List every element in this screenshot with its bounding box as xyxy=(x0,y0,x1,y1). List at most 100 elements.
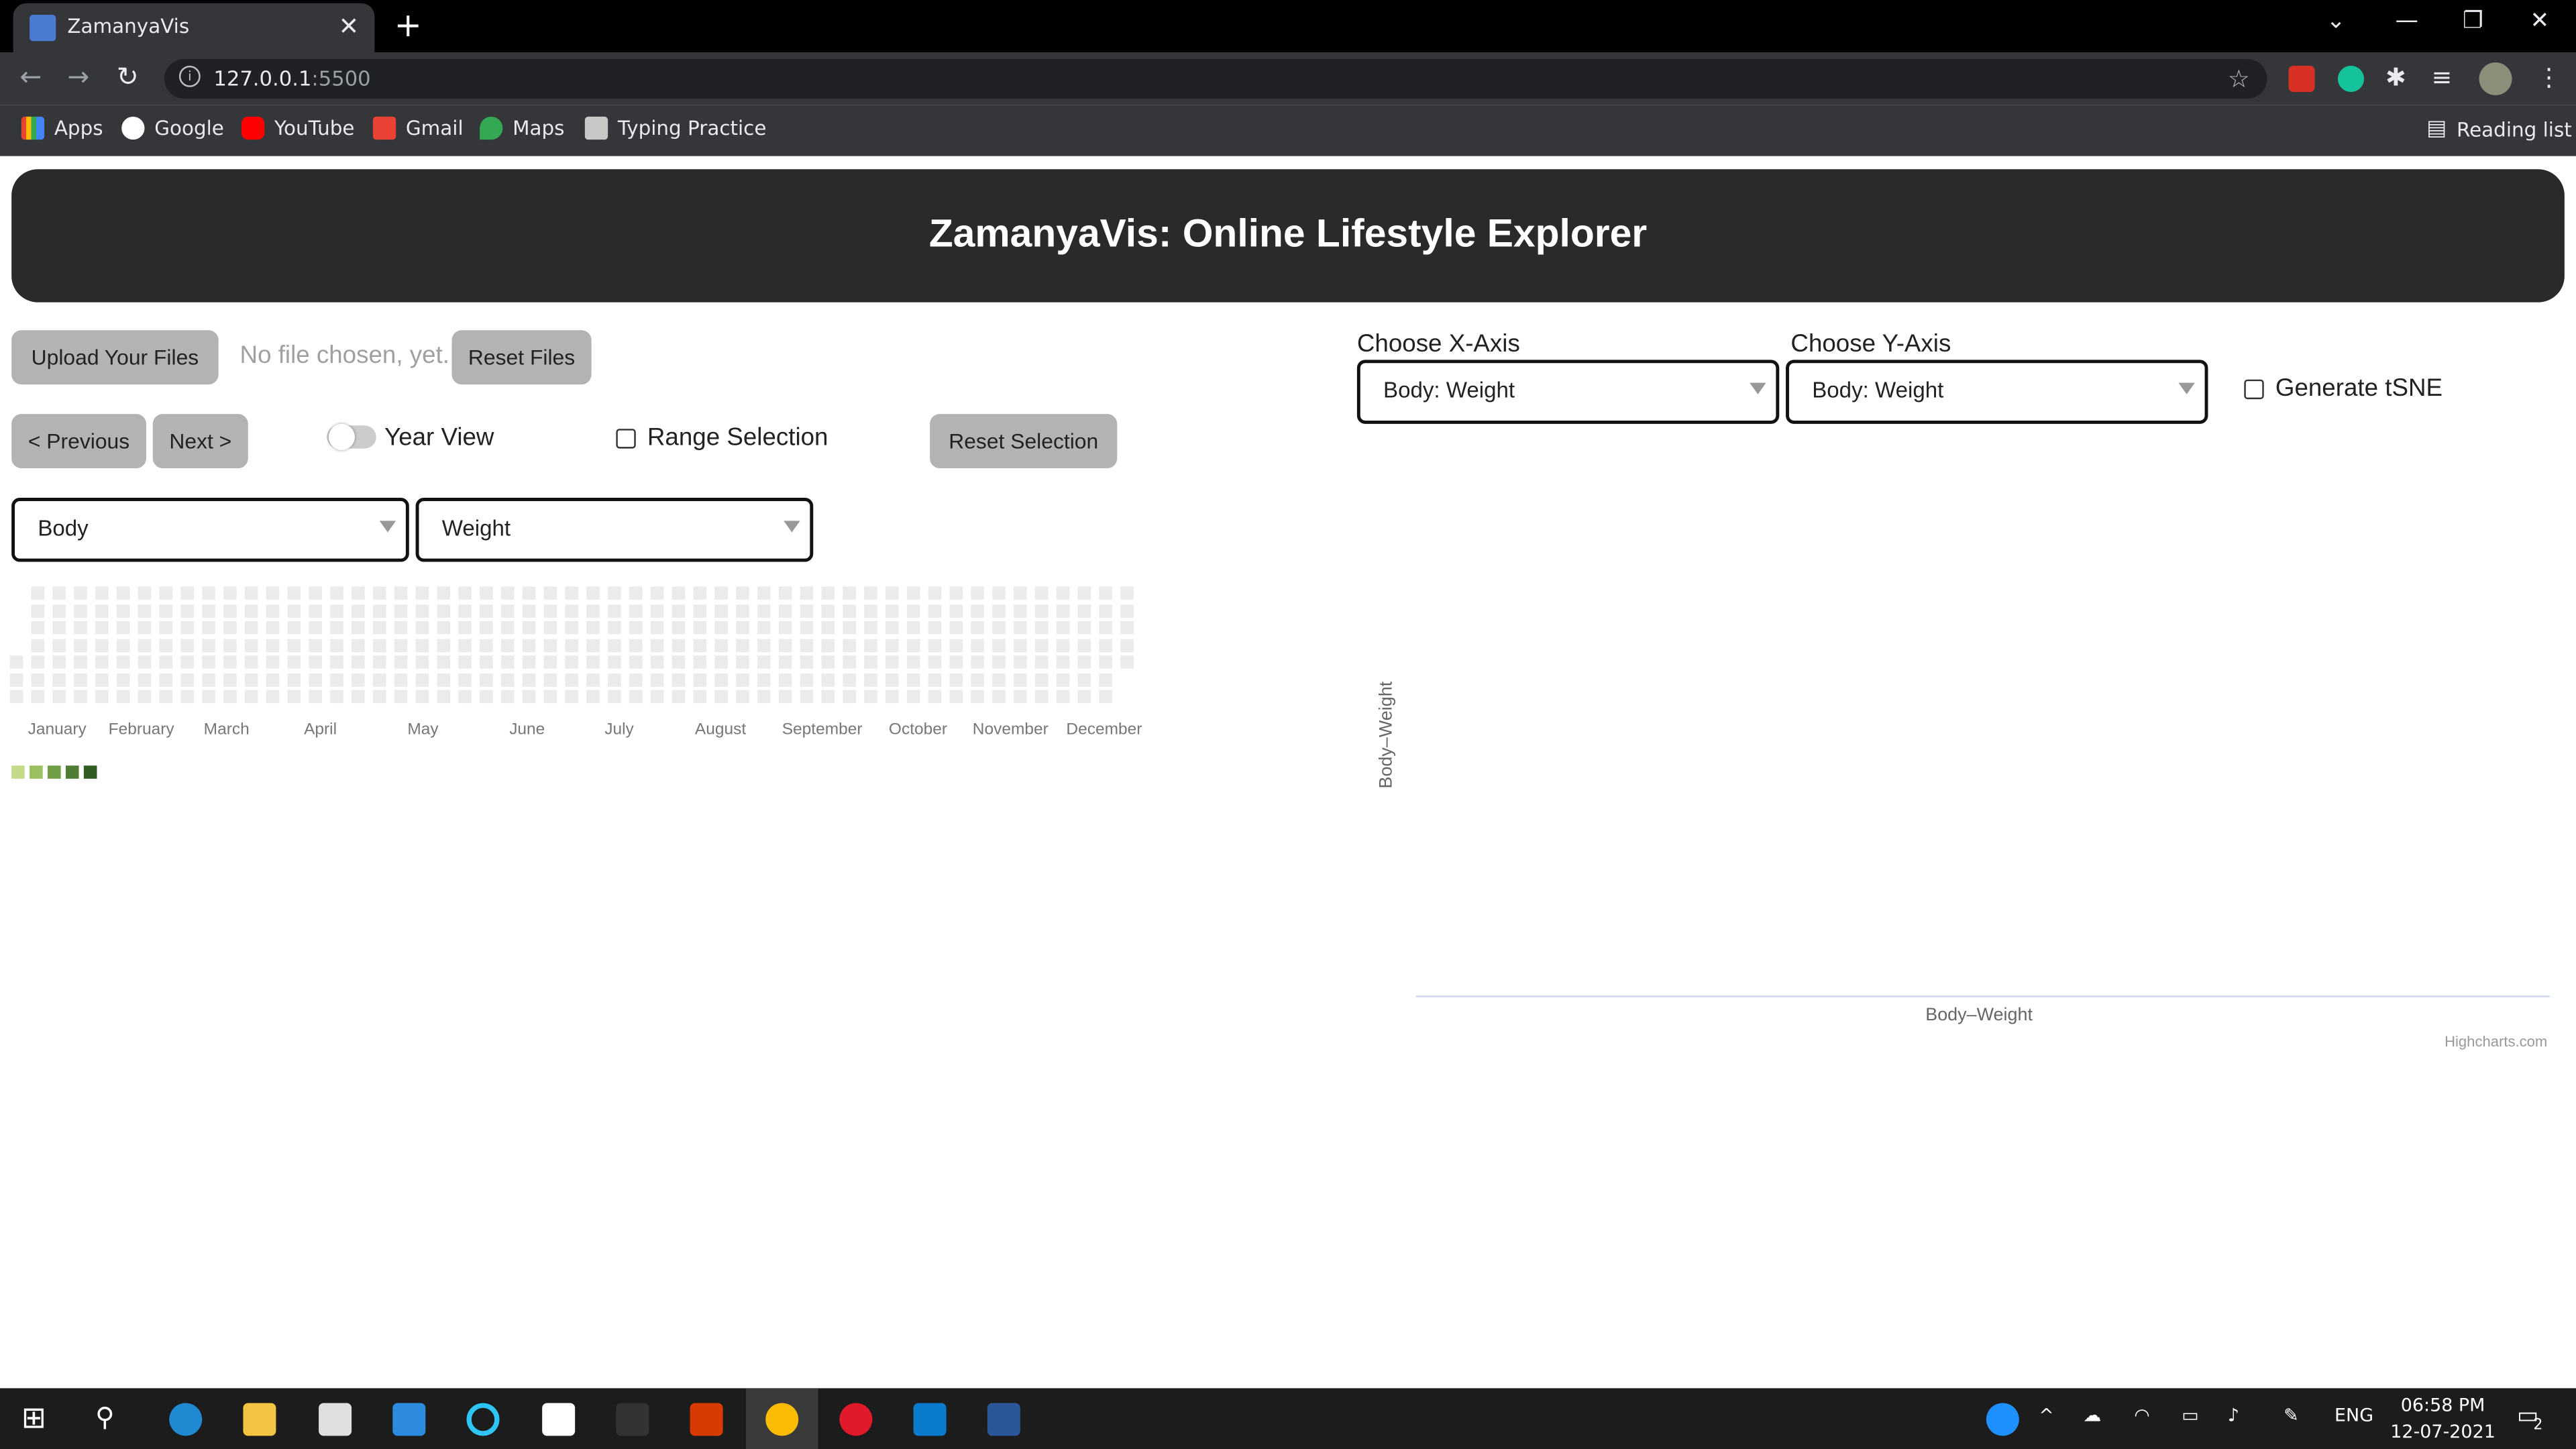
calendar-day-cell[interactable] xyxy=(992,655,1006,669)
profile-menu-icon[interactable]: ⌄ xyxy=(2326,8,2346,34)
calendar-day-cell[interactable] xyxy=(971,586,984,600)
calendar-day-cell[interactable] xyxy=(1034,638,1049,652)
calendar-day-cell[interactable] xyxy=(31,604,45,617)
bookmark-gmail[interactable]: Gmail xyxy=(372,116,464,140)
calendar-day-cell[interactable] xyxy=(650,655,664,669)
windows-start-icon[interactable]: ⊞ xyxy=(21,1401,46,1436)
calendar-day-cell[interactable] xyxy=(565,621,579,635)
calendar-day-cell[interactable] xyxy=(714,690,728,704)
calendar-day-cell[interactable] xyxy=(372,655,386,669)
calendar-day-cell[interactable] xyxy=(928,621,942,635)
calendar-day-cell[interactable] xyxy=(885,586,899,600)
calendar-day-cell[interactable] xyxy=(1120,655,1134,669)
calendar-day-cell[interactable] xyxy=(885,604,899,617)
calendar-day-cell[interactable] xyxy=(74,655,87,669)
chrome-menu-icon[interactable]: ⋮ xyxy=(2536,62,2561,92)
calendar-day-cell[interactable] xyxy=(629,690,643,704)
calendar-day-cell[interactable] xyxy=(1014,604,1027,617)
calendar-day-cell[interactable] xyxy=(650,604,664,617)
calendar-day-cell[interactable] xyxy=(437,621,451,635)
calendar-day-cell[interactable] xyxy=(1120,621,1134,635)
calendar-day-cell[interactable] xyxy=(928,604,942,617)
calendar-day-cell[interactable] xyxy=(138,638,152,652)
calendar-day-cell[interactable] xyxy=(372,672,386,686)
calendar-day-cell[interactable] xyxy=(95,586,109,600)
calendar-day-cell[interactable] xyxy=(843,655,856,669)
calendar-day-cell[interactable] xyxy=(223,604,237,617)
calendar-day-cell[interactable] xyxy=(565,690,579,704)
calendar-day-cell[interactable] xyxy=(1034,672,1049,686)
calendar-day-cell[interactable] xyxy=(778,638,792,652)
bookmark-typing-practice[interactable]: Typing Practice xyxy=(584,116,766,140)
calendar-day-cell[interactable] xyxy=(309,621,323,635)
calendar-day-cell[interactable] xyxy=(992,604,1006,617)
bookmark-star-icon[interactable]: ☆ xyxy=(2228,64,2250,94)
calendar-day-cell[interactable] xyxy=(949,638,963,652)
calendar-day-cell[interactable] xyxy=(1077,638,1091,652)
calendar-day-cell[interactable] xyxy=(693,672,707,686)
calendar-day-cell[interactable] xyxy=(1077,586,1091,600)
calendar-day-cell[interactable] xyxy=(843,586,856,600)
calendar-day-cell[interactable] xyxy=(992,621,1006,635)
onedrive-icon[interactable]: ☁ xyxy=(2083,1405,2101,1426)
new-tab-icon[interactable]: + xyxy=(394,5,422,44)
calendar-day-cell[interactable] xyxy=(352,586,365,600)
previous-button[interactable]: < Previous xyxy=(11,414,146,468)
calendar-day-cell[interactable] xyxy=(202,586,215,600)
volume-icon[interactable]: ♪ xyxy=(2228,1405,2239,1426)
upload-files-button[interactable]: Upload Your Files xyxy=(11,330,219,385)
calendar-day-cell[interactable] xyxy=(906,621,920,635)
calendar-day-cell[interactable] xyxy=(522,621,536,635)
calendar-day-cell[interactable] xyxy=(180,621,194,635)
calendar-day-cell[interactable] xyxy=(1120,586,1134,600)
calendar-day-cell[interactable] xyxy=(352,672,365,686)
app-icon[interactable] xyxy=(616,1403,649,1436)
calendar-day-cell[interactable] xyxy=(906,655,920,669)
calendar-day-cell[interactable] xyxy=(693,604,707,617)
calendar-day-cell[interactable] xyxy=(500,655,515,669)
calendar-day-cell[interactable] xyxy=(693,621,707,635)
calendar-day-cell[interactable] xyxy=(159,621,173,635)
calendar-day-cell[interactable] xyxy=(437,672,451,686)
calendar-day-cell[interactable] xyxy=(180,655,194,669)
next-button[interactable]: Next > xyxy=(152,414,248,468)
calendar-day-cell[interactable] xyxy=(500,638,515,652)
help-icon[interactable] xyxy=(1986,1403,2019,1436)
calendar-day-cell[interactable] xyxy=(800,690,814,704)
calendar-day-cell[interactable] xyxy=(1014,638,1027,652)
calendar-day-cell[interactable] xyxy=(736,586,749,600)
calendar-day-cell[interactable] xyxy=(885,621,899,635)
chart-credits[interactable]: Highcharts.com xyxy=(2445,1033,2547,1049)
calendar-day-cell[interactable] xyxy=(394,586,408,600)
reading-list-button[interactable]: ▤ Reading list xyxy=(2426,117,2572,142)
battery-icon[interactable]: ▭ xyxy=(2182,1405,2198,1426)
calendar-day-cell[interactable] xyxy=(821,621,835,635)
calendar-day-cell[interactable] xyxy=(116,638,130,652)
calendar-day-cell[interactable] xyxy=(202,655,215,669)
calendar-day-cell[interactable] xyxy=(1014,672,1027,686)
calendar-day-cell[interactable] xyxy=(971,690,984,704)
calendar-day-cell[interactable] xyxy=(778,690,792,704)
y-axis-select[interactable]: Body: Weight xyxy=(1786,360,2208,424)
calendar-day-cell[interactable] xyxy=(800,604,814,617)
reset-files-button[interactable]: Reset Files xyxy=(451,330,592,385)
calendar-day-cell[interactable] xyxy=(31,690,45,704)
calendar-day-cell[interactable] xyxy=(116,672,130,686)
calendar-day-cell[interactable] xyxy=(138,672,152,686)
calendar-day-cell[interactable] xyxy=(971,638,984,652)
calendar-day-cell[interactable] xyxy=(244,604,258,617)
calendar-day-cell[interactable] xyxy=(437,586,451,600)
calendar-day-cell[interactable] xyxy=(159,586,173,600)
calendar-day-cell[interactable] xyxy=(223,690,237,704)
calendar-day-cell[interactable] xyxy=(522,655,536,669)
calendar-day-cell[interactable] xyxy=(565,604,579,617)
calendar-day-cell[interactable] xyxy=(223,655,237,669)
calendar-day-cell[interactable] xyxy=(116,604,130,617)
calendar-day-cell[interactable] xyxy=(971,672,984,686)
calendar-day-cell[interactable] xyxy=(736,604,749,617)
calendar-day-cell[interactable] xyxy=(1099,672,1112,686)
calendar-day-cell[interactable] xyxy=(180,672,194,686)
calendar-day-cell[interactable] xyxy=(74,621,87,635)
calendar-day-cell[interactable] xyxy=(415,621,429,635)
calendar-day-cell[interactable] xyxy=(821,655,835,669)
